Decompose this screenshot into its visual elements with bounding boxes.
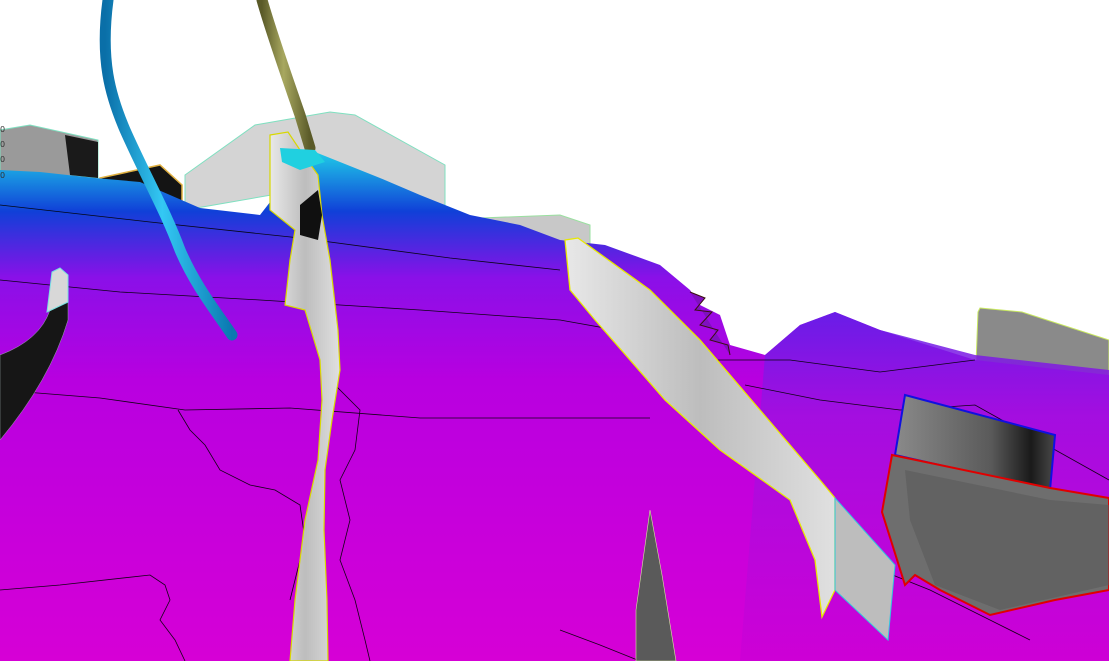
axis-tick-label: 0 xyxy=(0,140,6,149)
3d-viewport[interactable]: 0 0 0 0 xyxy=(0,0,1109,661)
axis-tick-label: 0 xyxy=(0,155,6,164)
scene-canvas[interactable] xyxy=(0,0,1109,661)
axis-tick-label: 0 xyxy=(0,125,6,134)
axis-tick-label: 0 xyxy=(0,171,6,180)
fault-panel-back-left-dark xyxy=(65,135,98,178)
